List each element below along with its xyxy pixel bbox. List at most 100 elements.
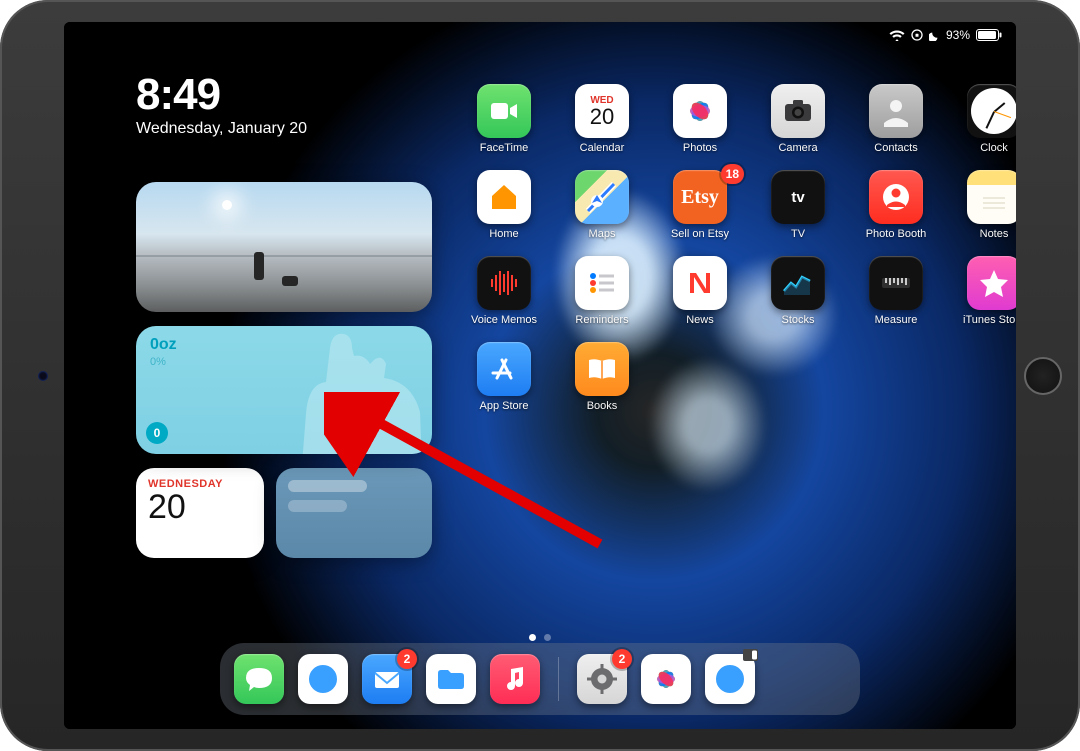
app-label: Camera (778, 142, 817, 154)
star-icon (976, 265, 1012, 301)
dock-mail[interactable]: 2 (362, 654, 412, 704)
today-widgets[interactable]: 0oz 0% 0 WEDNESDAY 20 (136, 182, 432, 558)
water-tracker-widget[interactable]: 0oz 0% 0 (136, 326, 432, 454)
rotation-lock-icon (911, 29, 923, 41)
app-label: FaceTime (480, 142, 529, 154)
app-label: Maps (589, 228, 616, 240)
app-label: Photos (683, 142, 717, 154)
water-amount: 0oz (150, 336, 177, 354)
dock-files[interactable] (426, 654, 476, 704)
app-label: Measure (875, 314, 918, 326)
home-icon (486, 179, 522, 215)
app-etsy[interactable]: Etsy Sell on Etsy 18 (662, 170, 738, 240)
dock-music[interactable] (490, 654, 540, 704)
dock-messages[interactable] (234, 654, 284, 704)
maps-arrow-icon (584, 179, 620, 215)
battery-percent: 93% (946, 28, 970, 42)
dock-safari-2[interactable] (705, 654, 755, 704)
ruler-icon (878, 265, 914, 301)
folder-icon (433, 661, 469, 697)
app-tv[interactable]: tv TV (760, 170, 836, 240)
dock-safari[interactable] (298, 654, 348, 704)
app-news[interactable]: News (662, 256, 738, 326)
app-measure[interactable]: Measure (858, 256, 934, 326)
app-voice-memos[interactable]: Voice Memos (466, 256, 542, 326)
app-label: Clock (980, 142, 1008, 154)
photos-flower-icon (682, 93, 718, 129)
home-app-grid: FaceTime WED 20 Calendar Photos Camera C… (466, 84, 998, 412)
app-books[interactable]: Books (564, 342, 640, 412)
person-circle-icon (878, 179, 914, 215)
dock-settings[interactable]: 2 (577, 654, 627, 704)
slide-over-indicator-icon (743, 648, 759, 662)
app-label: Calendar (580, 142, 625, 154)
app-label: Stocks (781, 314, 814, 326)
app-badge: 18 (721, 164, 744, 184)
home-button[interactable] (1024, 357, 1062, 395)
notes-lines-icon (976, 179, 1012, 215)
dock-photos[interactable] (641, 654, 691, 704)
app-label: Reminders (575, 314, 628, 326)
compass-icon (712, 661, 748, 697)
dock: 2 2 (220, 643, 860, 715)
battery-icon (976, 29, 1002, 41)
app-label: Voice Memos (471, 314, 537, 326)
photo-person-silhouette (254, 252, 264, 280)
news-n-icon (682, 265, 718, 301)
music-note-icon (497, 661, 533, 697)
photo-sun (222, 200, 232, 210)
app-label: Notes (980, 228, 1009, 240)
photos-widget[interactable] (136, 182, 432, 312)
stocks-chart-icon (780, 265, 816, 301)
app-label: Contacts (874, 142, 917, 154)
app-calendar[interactable]: WED 20 Calendar (564, 84, 640, 154)
app-stocks[interactable]: Stocks (760, 256, 836, 326)
app-photos[interactable]: Photos (662, 84, 738, 154)
clock-face-icon (971, 88, 1016, 134)
calendar-widget[interactable]: WEDNESDAY 20 (136, 468, 264, 558)
open-book-icon (584, 351, 620, 387)
page-dot-1[interactable] (529, 634, 536, 641)
page-dot-2[interactable] (544, 634, 551, 641)
ipad-device-frame: 93% 8:49 Wednesday, January 20 0oz 0% 0 (0, 0, 1080, 751)
page-indicator[interactable] (529, 634, 551, 641)
app-notes[interactable]: Notes (956, 170, 1016, 240)
facetime-icon (486, 93, 522, 129)
photos-flower-icon (648, 661, 684, 697)
front-camera (38, 371, 48, 381)
app-itunes-store[interactable]: iTunes Store (956, 256, 1016, 326)
app-reminders[interactable]: Reminders (564, 256, 640, 326)
wifi-icon (889, 29, 905, 41)
app-store-a-icon (486, 351, 522, 387)
dock-divider (558, 657, 559, 701)
dock-mail-badge: 2 (397, 649, 417, 669)
app-clock[interactable]: Clock (956, 84, 1016, 154)
person-icon (878, 93, 914, 129)
status-bar: 93% (889, 28, 1002, 42)
waveform-icon (486, 265, 522, 301)
app-photo-booth[interactable]: Photo Booth (858, 170, 934, 240)
app-facetime[interactable]: FaceTime (466, 84, 542, 154)
app-maps[interactable]: Maps (564, 170, 640, 240)
app-contacts[interactable]: Contacts (858, 84, 934, 154)
weather-widget[interactable] (276, 468, 432, 558)
app-label: Home (489, 228, 518, 240)
app-label: Photo Booth (866, 228, 927, 240)
weather-placeholder-bar (288, 500, 347, 512)
dnd-moon-icon (929, 30, 940, 41)
app-label: Sell on Etsy (671, 228, 729, 240)
compass-icon (305, 661, 341, 697)
app-label: App Store (480, 400, 529, 412)
app-home[interactable]: Home (466, 170, 542, 240)
speech-bubble-icon (241, 661, 277, 697)
screen[interactable]: 93% 8:49 Wednesday, January 20 0oz 0% 0 (64, 22, 1016, 729)
dock-settings-badge: 2 (612, 649, 632, 669)
water-count-badge: 0 (146, 422, 168, 444)
app-camera[interactable]: Camera (760, 84, 836, 154)
time-date: 8:49 Wednesday, January 20 (136, 70, 307, 138)
waterllama-silhouette-icon (282, 326, 432, 454)
app-app-store[interactable]: App Store (466, 342, 542, 412)
water-percent: 0% (150, 356, 166, 368)
app-label: News (686, 314, 714, 326)
clock-time: 8:49 (136, 70, 307, 120)
